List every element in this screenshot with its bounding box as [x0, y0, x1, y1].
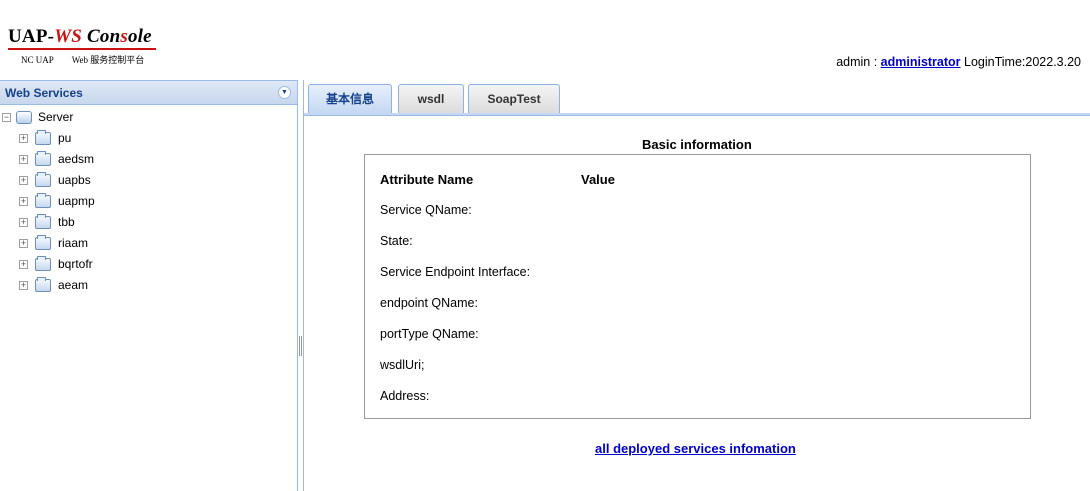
collapse-icon[interactable]: ▼	[278, 86, 291, 99]
folder-icon	[35, 277, 51, 292]
sidebar-title: Web Services	[5, 86, 83, 100]
logo-sub-left: NC UAP	[21, 55, 54, 65]
service-tree: − Server + pu + aedsm + uapbs + uapmp + …	[0, 105, 297, 296]
folder-icon	[35, 151, 51, 166]
login-time: LoginTime:2022.3.20	[960, 55, 1081, 69]
main-panel: 基本信息 wsdl SoapTest Basic information Att…	[303, 80, 1090, 491]
tree-item-label: aeam	[58, 278, 89, 292]
tree-item-aedsm[interactable]: + aedsm	[0, 149, 297, 170]
folder-icon	[35, 256, 51, 271]
folder-icon	[35, 172, 51, 187]
attr-state: State:	[380, 234, 413, 248]
tree-item-label: riaam	[58, 236, 89, 250]
tree-item-label: tbb	[58, 215, 75, 229]
attr-endpoint-interface: Service Endpoint Interface:	[380, 265, 531, 279]
col-header-value: Value	[581, 172, 615, 187]
user-label: admin :	[836, 55, 881, 69]
logo-underline	[8, 48, 156, 50]
attr-endpoint-qname: endpoint QName:	[380, 296, 478, 310]
collapse-toggle-icon[interactable]: −	[2, 113, 11, 122]
folder-icon	[35, 235, 51, 250]
logo-sub-right: Web 服务控制平台	[71, 55, 145, 65]
tree-root-server[interactable]: − Server	[0, 107, 297, 128]
tree-item-label: bqrtofr	[58, 257, 93, 271]
expand-toggle-icon[interactable]: +	[19, 134, 28, 143]
attr-porttype-qname: portType QName:	[380, 327, 479, 341]
tab-strip	[304, 113, 1090, 116]
logo-subtitle: NC UAP Web 服务控制平台	[21, 53, 162, 66]
expand-toggle-icon[interactable]: +	[19, 260, 28, 269]
sidebar: Web Services ▼ − Server + pu + aedsm + u…	[0, 80, 298, 491]
expand-toggle-icon[interactable]: +	[19, 197, 28, 206]
app-logo: UAP-WS Console	[8, 26, 152, 47]
expand-toggle-icon[interactable]: +	[19, 218, 28, 227]
folder-icon	[35, 130, 51, 145]
tree-item-riaam[interactable]: + riaam	[0, 233, 297, 254]
section-title: Basic information	[642, 137, 752, 152]
tree-item-label: pu	[58, 131, 72, 145]
tree-item-uapmp[interactable]: + uapmp	[0, 191, 297, 212]
server-icon	[16, 111, 32, 124]
expand-toggle-icon[interactable]: +	[19, 155, 28, 164]
attr-address: Address:	[380, 389, 430, 403]
tree-item-pu[interactable]: + pu	[0, 128, 297, 149]
tree-item-tbb[interactable]: + tbb	[0, 212, 297, 233]
tree-item-uapbs[interactable]: + uapbs	[0, 170, 297, 191]
expand-toggle-icon[interactable]: +	[19, 239, 28, 248]
attribute-table: Attribute Name Value Service QName: Stat…	[364, 154, 1031, 419]
tab-soaptest[interactable]: SoapTest	[468, 84, 560, 113]
user-link[interactable]: administrator	[881, 55, 961, 69]
folder-icon	[35, 193, 51, 208]
tab-bar: 基本信息 wsdl SoapTest	[304, 80, 1090, 114]
tree-item-label: aedsm	[58, 152, 95, 166]
tree-item-label: uapbs	[58, 173, 91, 187]
splitter-grip-icon[interactable]	[299, 336, 302, 356]
all-services-link[interactable]: all deployed services infomation	[595, 441, 796, 456]
tree-root-label: Server	[38, 110, 74, 124]
tree-item-aeam[interactable]: + aeam	[0, 275, 297, 296]
attr-service-qname: Service QName:	[380, 203, 472, 217]
tree-item-label: uapmp	[58, 194, 95, 208]
tree-item-bqrtofr[interactable]: + bqrtofr	[0, 254, 297, 275]
tab-content: Basic information Attribute Name Value S…	[304, 117, 1090, 491]
folder-icon	[35, 214, 51, 229]
expand-toggle-icon[interactable]: +	[19, 176, 28, 185]
expand-toggle-icon[interactable]: +	[19, 281, 28, 290]
col-header-name: Attribute Name	[380, 172, 474, 187]
user-info: admin : administrator LoginTime:2022.3.2…	[836, 55, 1081, 69]
sidebar-header: Web Services ▼	[0, 81, 297, 105]
tab-wsdl[interactable]: wsdl	[398, 84, 464, 113]
header: UAP-WS Console NC UAP Web 服务控制平台 admin : …	[0, 0, 1090, 80]
attr-wsdluri: wsdlUri;	[380, 358, 425, 372]
tab-basic-info[interactable]: 基本信息	[308, 84, 392, 114]
